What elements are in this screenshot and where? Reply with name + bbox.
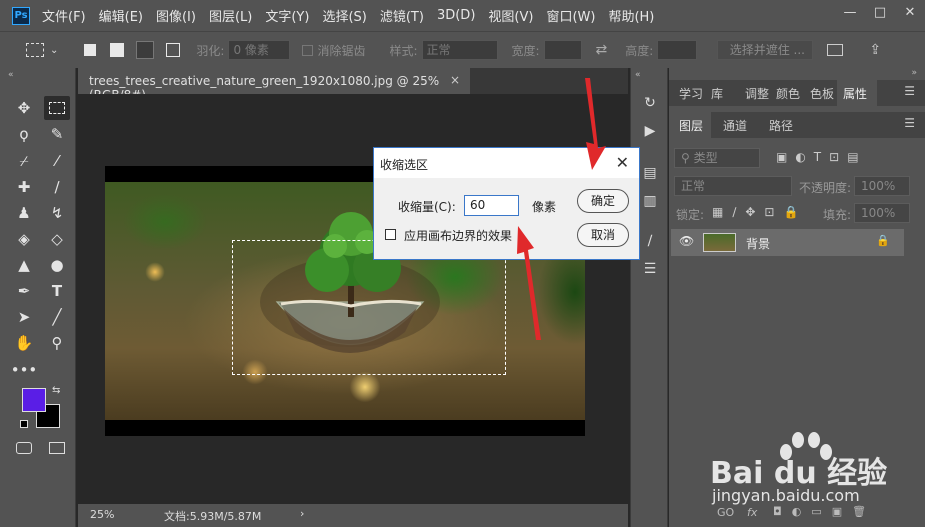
watermark-url: jingyan.baidu.com: [712, 486, 860, 505]
foreground-color-swatch[interactable]: [22, 388, 46, 412]
annotation-arrow-input: [517, 226, 541, 340]
baidu-watermark: Bai du 经验 jingyan.baidu.com: [710, 430, 920, 510]
annotation-arrow-ok: [585, 78, 606, 170]
